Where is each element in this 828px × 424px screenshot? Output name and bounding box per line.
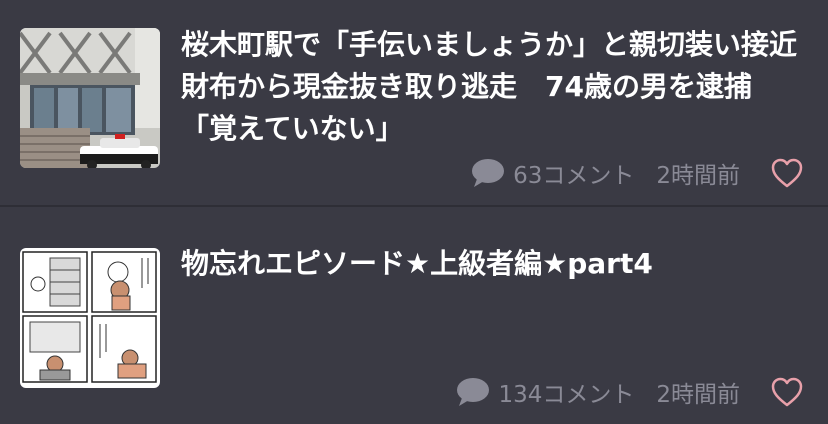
article-thumbnail[interactable]	[20, 28, 160, 168]
heart-outline-icon[interactable]	[770, 157, 804, 189]
comment-count[interactable]: 134コメント	[498, 375, 634, 409]
article-title[interactable]: 桜木町駅で「手伝いましょうか」と親切装い接近 財布から現金抜き取り逃走 74歳の…	[181, 24, 825, 150]
article-title[interactable]: 物忘れエピソード★上級者編★part4	[181, 243, 798, 285]
article-item[interactable]: 物忘れエピソード★上級者編★part4 134コメント 2時間前	[0, 207, 828, 424]
comment-label: コメント	[542, 163, 635, 189]
article-item[interactable]: 桜木町駅で「手伝いましょうか」と親切装い接近 財布から現金抜き取り逃走 74歳の…	[0, 0, 828, 205]
article-meta: 63コメント 2時間前	[471, 156, 804, 190]
time-ago: 2時間前	[656, 163, 740, 189]
time-ago: 2時間前	[656, 382, 740, 408]
article-meta: 134コメント 2時間前	[456, 375, 804, 409]
comment-label: コメント	[542, 382, 635, 408]
heart-outline-icon[interactable]	[770, 376, 804, 408]
comment-count-number: 134	[498, 382, 543, 408]
speech-bubble-icon	[456, 377, 490, 407]
article-thumbnail[interactable]	[20, 248, 160, 388]
comment-count-number: 63	[513, 163, 543, 189]
news-feed: 桜木町駅で「手伝いましょうか」と親切装い接近 財布から現金抜き取り逃走 74歳の…	[0, 0, 828, 424]
speech-bubble-icon	[471, 158, 505, 188]
comment-count[interactable]: 63コメント	[513, 156, 634, 190]
station-photo-image	[20, 28, 160, 168]
manga-panels-image	[20, 248, 160, 388]
